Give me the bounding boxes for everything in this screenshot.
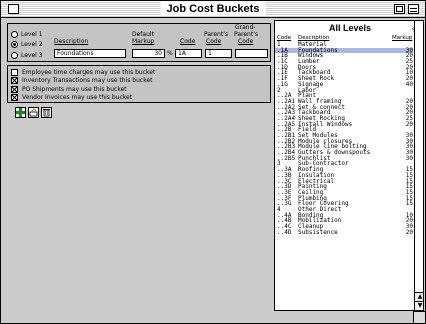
list-title: All Levels	[328, 23, 372, 33]
title-bar[interactable]: Job Cost Buckets	[1, 1, 425, 18]
add-bucket-button[interactable]	[15, 107, 26, 118]
bucket-editor-panel: Grand- Default Parent's Parent's Descrip…	[7, 23, 271, 62]
list-item-markup: 20	[405, 228, 413, 236]
delete-bucket-button[interactable]	[41, 107, 52, 118]
list-header-markup: Markup	[392, 35, 413, 41]
option-label: Vendor Invoices may use this bucket	[22, 93, 133, 101]
list-item-code: ..4D	[277, 228, 292, 236]
option-employee-time[interactable]: Employee time charges may use this bucke…	[11, 68, 155, 76]
option-vendor-invoices[interactable]: Vendor Invoices may use this bucket	[11, 93, 132, 101]
option-po-shipments[interactable]: PO Shipments may use this bucket	[11, 85, 127, 93]
zoom-box-icon[interactable]	[394, 4, 405, 14]
all-levels-list: All Levels % Code Description Markup 1Ma…	[274, 20, 424, 311]
checkbox[interactable]	[11, 68, 18, 76]
checkbox[interactable]	[11, 76, 18, 84]
option-label: PO Shipments may use this bucket	[22, 85, 127, 93]
checkbox[interactable]	[11, 93, 18, 101]
markup-pct: %	[167, 50, 173, 57]
level-3-label: Level 3	[21, 51, 43, 59]
grand-parent-code-field[interactable]	[235, 49, 268, 58]
description-header: Description	[54, 38, 89, 45]
bucket-options-panel: Employee time charges may use this bucke…	[7, 65, 271, 103]
level-3-radio[interactable]: Level 3	[11, 51, 43, 59]
edit-icon	[29, 108, 38, 117]
close-box-icon[interactable]	[8, 4, 19, 14]
option-label: Employee time charges may use this bucke…	[22, 68, 156, 76]
markup-header-2: Markup	[132, 38, 155, 45]
level-1-radio[interactable]: Level 1	[11, 30, 43, 38]
radio-circle[interactable]	[11, 40, 18, 48]
option-label: Inventory Transactions may use this buck…	[22, 76, 153, 84]
list-item[interactable]: ..4D Subsistence 20	[275, 228, 413, 236]
parent-code-field[interactable]: 1	[205, 49, 232, 58]
list-item-description: Subsistence	[298, 228, 338, 236]
window-title: Job Cost Buckets	[160, 2, 266, 16]
scroll-down-icon[interactable]: ▼	[415, 301, 423, 310]
option-inventory-transactions[interactable]: Inventory Transactions may use this buck…	[11, 76, 153, 84]
list-scrollbar[interactable]: ▲ ▼	[414, 21, 423, 310]
grand-parent-header-3: Code	[238, 38, 254, 45]
radio-circle[interactable]	[11, 51, 18, 59]
radio-circle[interactable]	[11, 30, 18, 38]
level-1-label: Level 1	[21, 30, 43, 38]
checkbox[interactable]	[11, 85, 18, 93]
edit-bucket-button[interactable]	[28, 107, 39, 118]
description-field[interactable]: Foundations	[54, 49, 126, 58]
plus-icon	[16, 108, 25, 117]
markup-field[interactable]: 30	[132, 49, 165, 58]
parent-header-2: Code	[206, 38, 222, 45]
trash-icon	[43, 109, 50, 117]
level-2-label: Level 2	[21, 40, 43, 48]
resize-grip-icon[interactable]	[413, 311, 425, 323]
collapse-box-icon[interactable]	[408, 4, 419, 14]
scroll-up-icon[interactable]: ▲	[415, 292, 423, 301]
code-header: Code	[180, 38, 196, 45]
job-cost-buckets-window: Job Cost Buckets Grand- Default Parent's…	[0, 0, 426, 324]
code-field[interactable]: 1A	[175, 49, 202, 58]
list-rows: 1 Material .1A Foundations 30.1B Windows 20.1C…	[275, 42, 413, 235]
level-2-radio[interactable]: Level 2	[11, 40, 43, 48]
